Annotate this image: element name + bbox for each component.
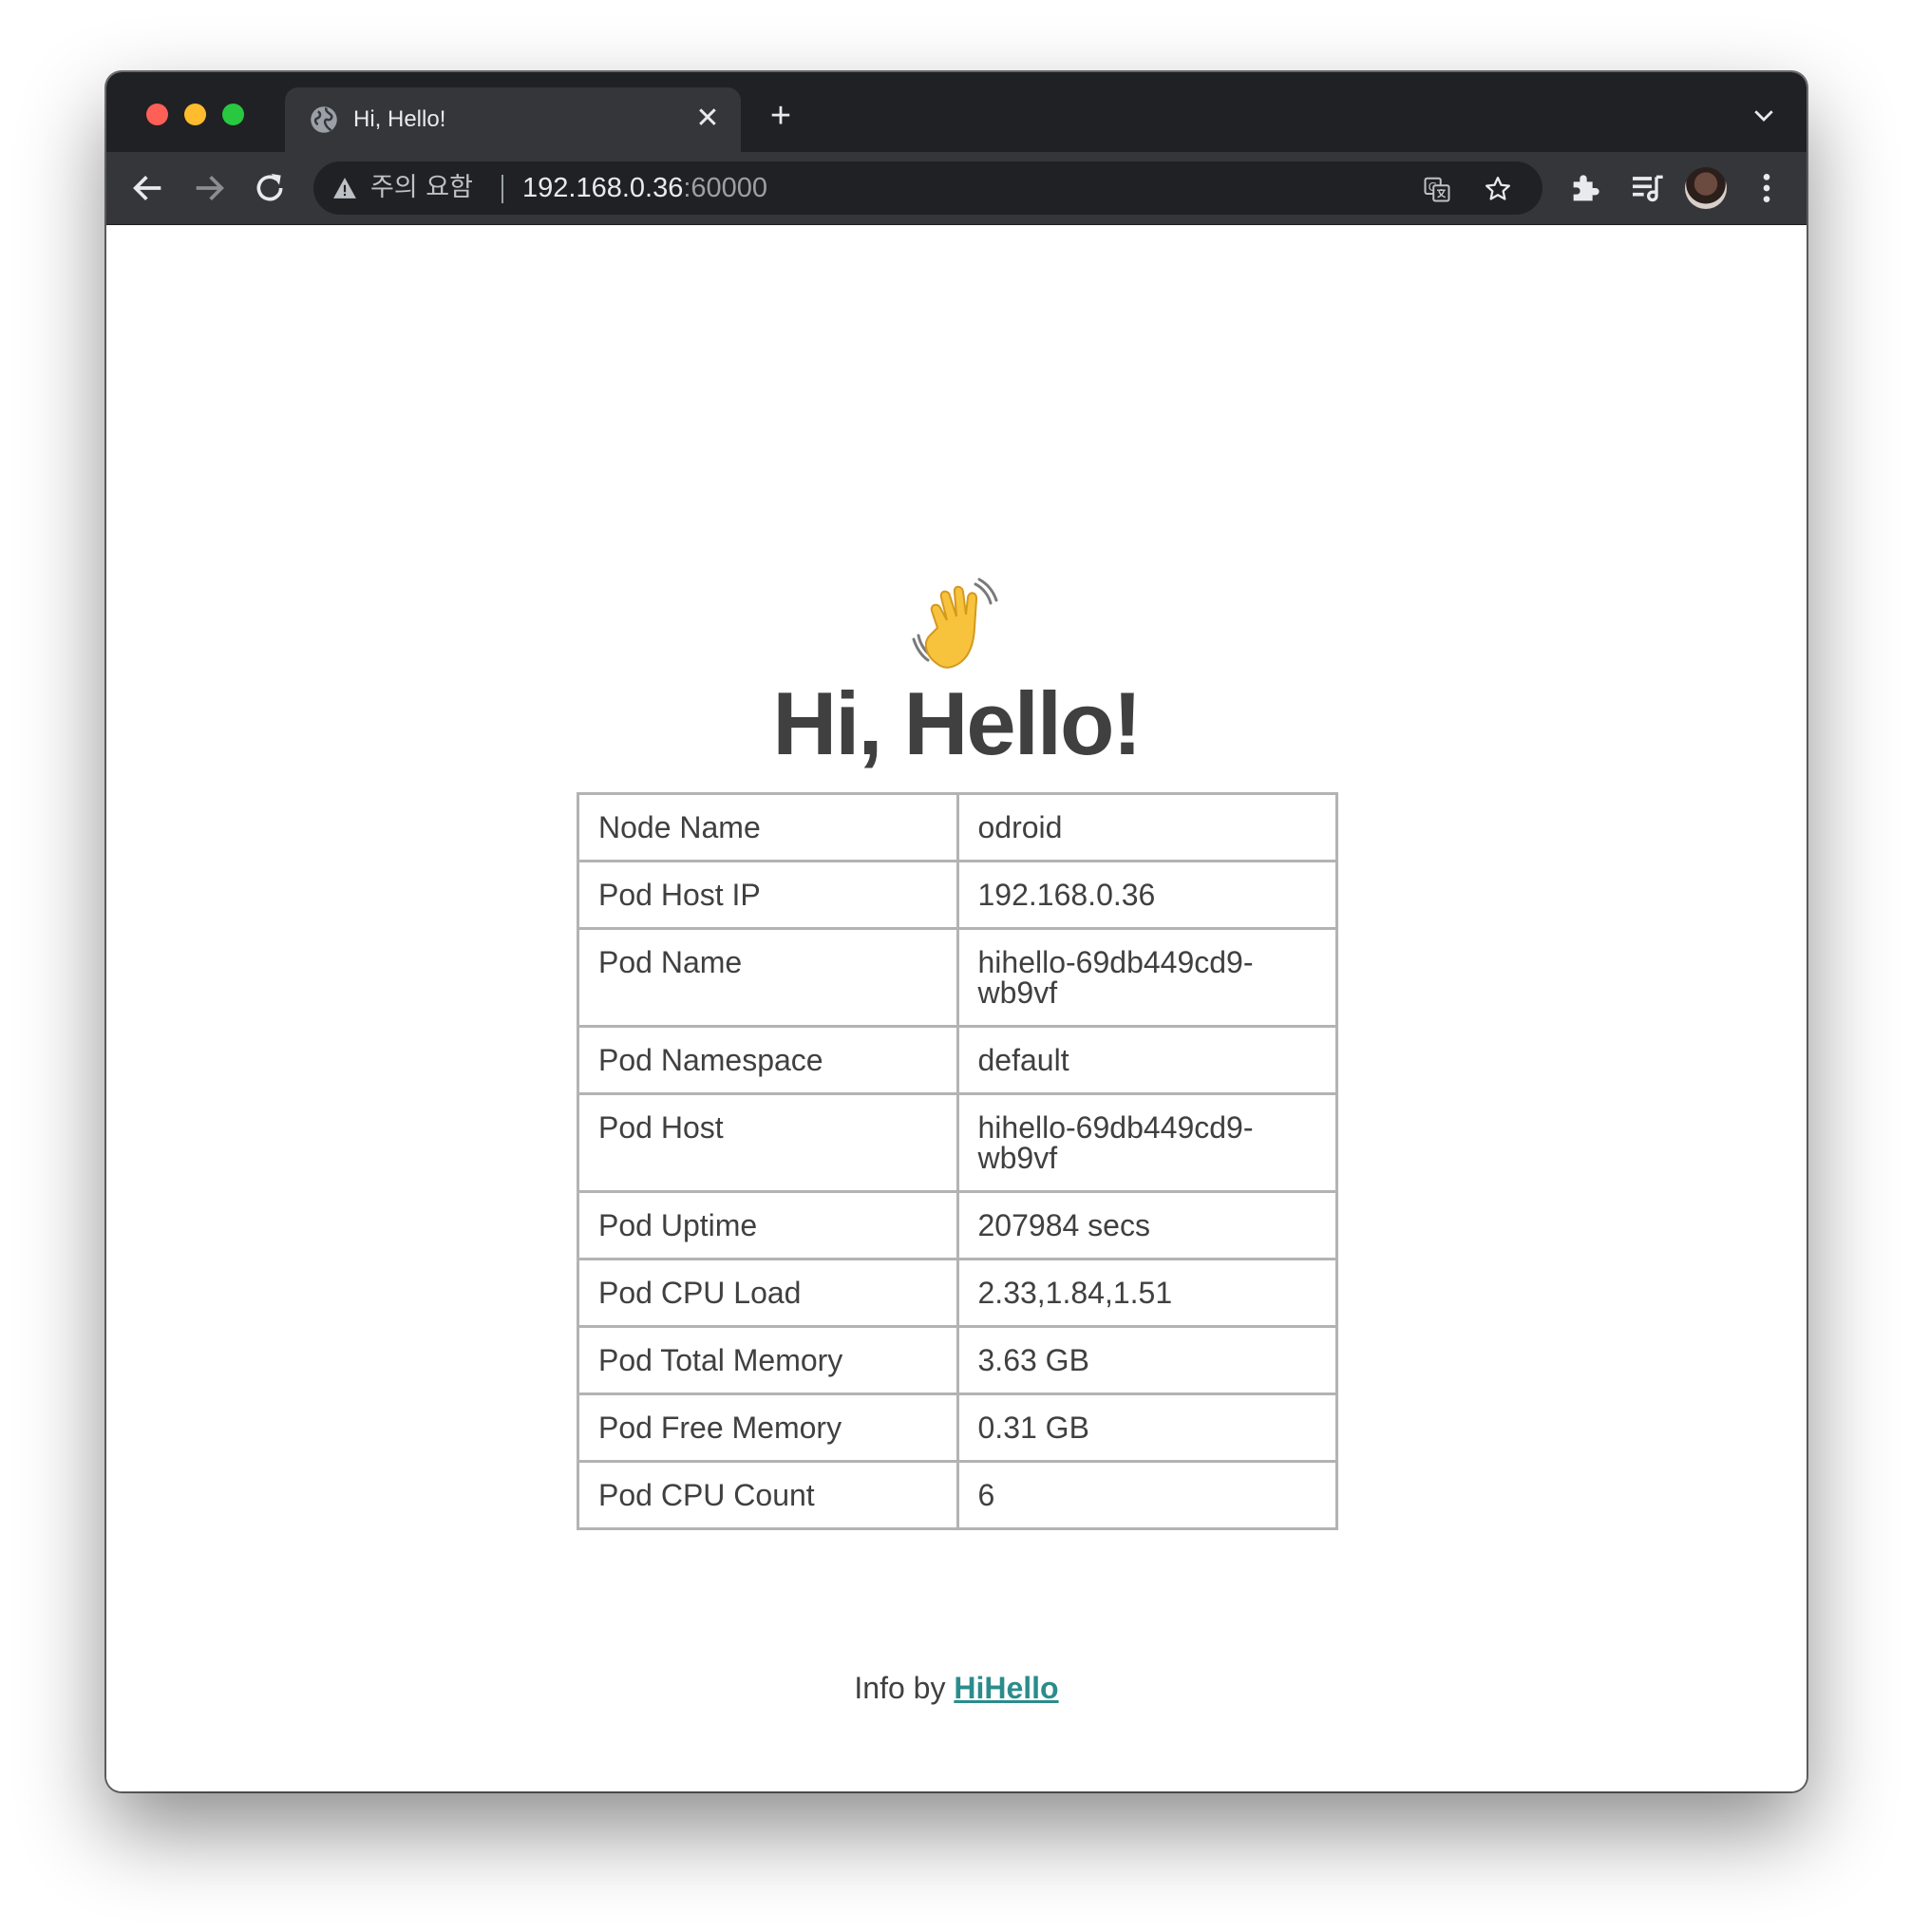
- globe-icon: [311, 106, 337, 133]
- reload-icon[interactable]: [251, 169, 289, 207]
- table-row: Pod Namespace default: [577, 1025, 1338, 1095]
- row-label: Pod CPU Load: [577, 1258, 959, 1328]
- page-content: Hi, Hello! Node Name odroid Pod Host IP 192…: [106, 225, 1807, 1791]
- row-label: Pod Total Memory: [577, 1325, 959, 1395]
- tab-strip: Hi, Hello! ✕ +: [106, 72, 1807, 152]
- page-title: Hi, Hello!: [772, 673, 1142, 773]
- warning-icon[interactable]: [332, 176, 357, 200]
- row-label: Pod Name: [577, 927, 959, 1028]
- footer-prefix: Info by: [854, 1671, 955, 1705]
- row-value: odroid: [956, 792, 1338, 862]
- row-label: Pod CPU Count: [577, 1460, 959, 1530]
- waving-hand-icon: [912, 578, 998, 669]
- tab-active[interactable]: Hi, Hello! ✕: [285, 87, 741, 152]
- minimize-window-button[interactable]: [184, 104, 206, 125]
- url-text[interactable]: 192.168.0.36:60000: [522, 172, 767, 204]
- row-label: Pod Host IP: [577, 860, 959, 930]
- address-bar[interactable]: 주의 요함 192.168.0.36:60000 G: [313, 161, 1542, 215]
- row-value: default: [956, 1025, 1338, 1095]
- new-tab-button[interactable]: +: [762, 97, 800, 135]
- info-table: Node Name odroid Pod Host IP 192.168.0.36 Po…: [577, 792, 1338, 1530]
- footer: Info by HiHello: [106, 1669, 1807, 1707]
- toolbar: 주의 요함 192.168.0.36:60000 G: [106, 152, 1807, 225]
- row-label: Node Name: [577, 792, 959, 862]
- security-status-label[interactable]: 주의 요함: [370, 173, 473, 203]
- row-value: 207984 secs: [956, 1190, 1338, 1260]
- table-row: Pod Free Memory 0.31 GB: [577, 1392, 1338, 1463]
- tab-close-icon[interactable]: ✕: [691, 103, 724, 135]
- back-arrow-icon[interactable]: [129, 169, 167, 207]
- extensions-puzzle-icon[interactable]: [1567, 169, 1605, 207]
- table-row: Pod Uptime 207984 secs: [577, 1190, 1338, 1260]
- hihello-link[interactable]: HiHello: [954, 1671, 1058, 1705]
- profile-avatar[interactable]: [1685, 167, 1727, 209]
- table-row: Pod Host hihello-69db449cd9-wb9vf: [577, 1092, 1338, 1193]
- row-value: 6: [956, 1460, 1338, 1530]
- url-port: :60000: [683, 173, 768, 203]
- row-label: Pod Namespace: [577, 1025, 959, 1095]
- close-window-button[interactable]: [146, 104, 168, 125]
- tab-title: Hi, Hello!: [353, 106, 446, 132]
- more-menu-icon[interactable]: [1748, 169, 1786, 207]
- table-row: Node Name odroid: [577, 792, 1338, 862]
- omnibox-divider: [501, 175, 503, 203]
- media-queue-icon[interactable]: [1628, 169, 1666, 207]
- table-row: Pod CPU Load 2.33,1.84,1.51: [577, 1258, 1338, 1328]
- chevron-down-icon[interactable]: [1750, 101, 1778, 129]
- maximize-window-button[interactable]: [222, 104, 244, 125]
- bookmark-star-icon[interactable]: [1484, 175, 1512, 203]
- forward-arrow-icon[interactable]: [190, 169, 228, 207]
- row-label: Pod Free Memory: [577, 1392, 959, 1463]
- url-host: 192.168.0.36: [522, 173, 684, 203]
- row-value: 0.31 GB: [956, 1392, 1338, 1463]
- row-value: hihello-69db449cd9-wb9vf: [956, 927, 1338, 1028]
- row-value: 3.63 GB: [956, 1325, 1338, 1395]
- row-label: Pod Host: [577, 1092, 959, 1193]
- row-value: hihello-69db449cd9-wb9vf: [956, 1092, 1338, 1193]
- table-row: Pod Name hihello-69db449cd9-wb9vf: [577, 927, 1338, 1028]
- browser-window: Hi, Hello! ✕ + 주의 요함 192.168.0.36:60000 …: [106, 72, 1807, 1791]
- table-row: Pod Total Memory 3.63 GB: [577, 1325, 1338, 1395]
- row-value: 192.168.0.36: [956, 860, 1338, 930]
- table-row: Pod Host IP 192.168.0.36: [577, 860, 1338, 930]
- row-value: 2.33,1.84,1.51: [956, 1258, 1338, 1328]
- translate-icon[interactable]: G: [1423, 175, 1451, 203]
- row-label: Pod Uptime: [577, 1190, 959, 1260]
- table-row: Pod CPU Count 6: [577, 1460, 1338, 1530]
